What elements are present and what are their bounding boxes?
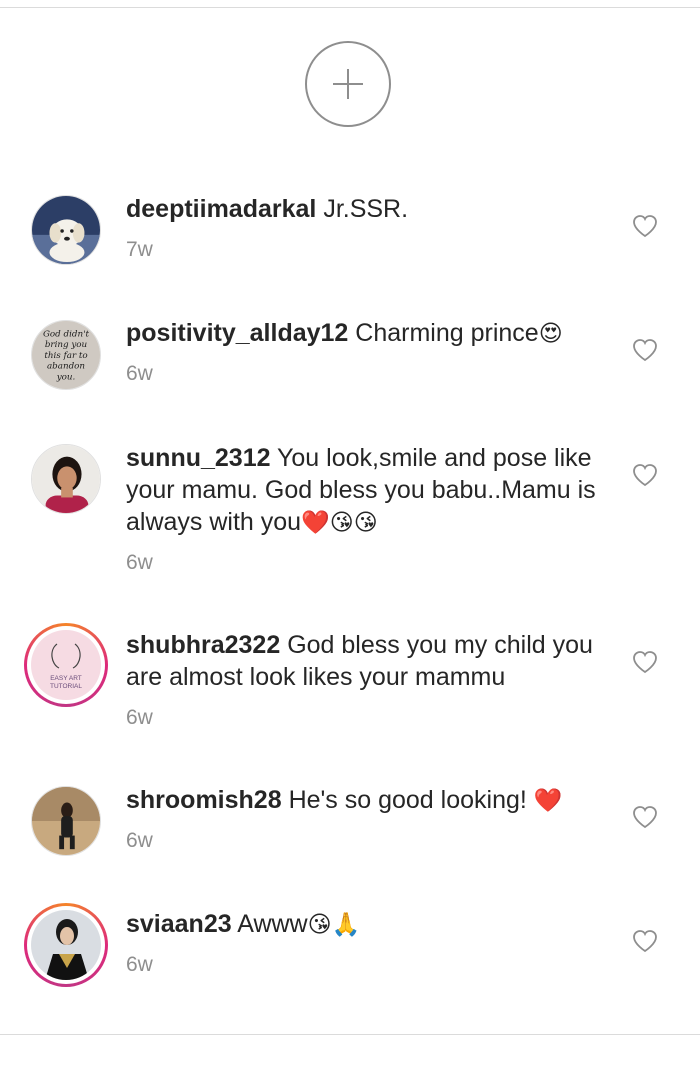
avatar-text: you. (56, 372, 76, 382)
comment-emoji: 😘🙏 (307, 911, 361, 937)
comment-text: deeptiimadarkal Jr.SSR. (126, 193, 606, 225)
avatar-text: EASY ART (50, 675, 82, 682)
comment-text: shroomish28 He's so good looking! ❤️ (126, 784, 606, 816)
avatar-text: TUTORIAL (50, 683, 82, 690)
comment-timestamp: 6w (126, 362, 153, 385)
like-heart-icon[interactable] (632, 650, 658, 674)
comment-timestamp: 6w (126, 953, 153, 976)
comment-text: sviaan23 Awww😘🙏 (126, 908, 606, 940)
avatar-image (32, 445, 100, 513)
comment-text: positivity_allday12 Charming prince😍 (126, 317, 606, 349)
like-heart-icon[interactable] (632, 929, 658, 953)
like-heart-icon[interactable] (632, 463, 658, 487)
comment-username[interactable]: shroomish28 (126, 786, 282, 814)
bottom-divider (0, 1034, 700, 1035)
load-more-comments-button[interactable] (305, 41, 391, 127)
avatar-image (31, 910, 101, 980)
avatar-image: EASY ART TUTORIAL (31, 630, 101, 700)
comment-emoji: ❤️ (533, 787, 563, 813)
comment-message: Awww (237, 910, 308, 938)
comment-timestamp: 6w (126, 551, 153, 574)
avatar-text: bring you (45, 340, 88, 350)
comment-message: He's so good looking! (288, 786, 534, 814)
like-heart-icon[interactable] (632, 338, 658, 362)
like-heart-icon[interactable] (632, 805, 658, 829)
avatar-story-ring[interactable]: EASY ART TUTORIAL (24, 623, 108, 707)
avatar-story-ring[interactable] (24, 903, 108, 987)
comment-username[interactable]: deeptiimadarkal (126, 195, 316, 223)
comment-message: Charming prince (355, 319, 539, 347)
comment-timestamp: 7w (126, 238, 153, 261)
avatar[interactable]: God didn't bring you this far to abandon… (31, 320, 101, 390)
comment-timestamp: 6w (126, 829, 153, 852)
comment-username[interactable]: sunnu_2312 (126, 444, 271, 472)
top-divider (0, 7, 700, 8)
avatar-text: abandon (47, 362, 85, 372)
plus-icon (333, 69, 363, 99)
comment-emoji: 😍 (538, 320, 563, 346)
avatar[interactable] (31, 444, 101, 514)
comment-username[interactable]: shubhra2322 (126, 631, 280, 659)
avatar-image (32, 787, 100, 855)
comment-message: Jr.SSR. (323, 195, 409, 223)
comment-text: shubhra2322 God bless you my child you a… (126, 629, 606, 693)
comment-emoji: ❤️😘😘 (301, 509, 378, 535)
avatar-text: this far to (44, 351, 87, 361)
like-heart-icon[interactable] (632, 214, 658, 238)
comment-username[interactable]: positivity_allday12 (126, 319, 348, 347)
comment-text: sunnu_2312 You look,smile and pose like … (126, 442, 606, 538)
avatar[interactable] (31, 786, 101, 856)
comment-username[interactable]: sviaan23 (126, 910, 232, 938)
avatar[interactable] (31, 195, 101, 265)
avatar-image (32, 196, 100, 264)
comment-timestamp: 6w (126, 706, 153, 729)
avatar-text: God didn't (43, 330, 90, 340)
avatar-image: God didn't bring you this far to abandon… (32, 321, 100, 389)
